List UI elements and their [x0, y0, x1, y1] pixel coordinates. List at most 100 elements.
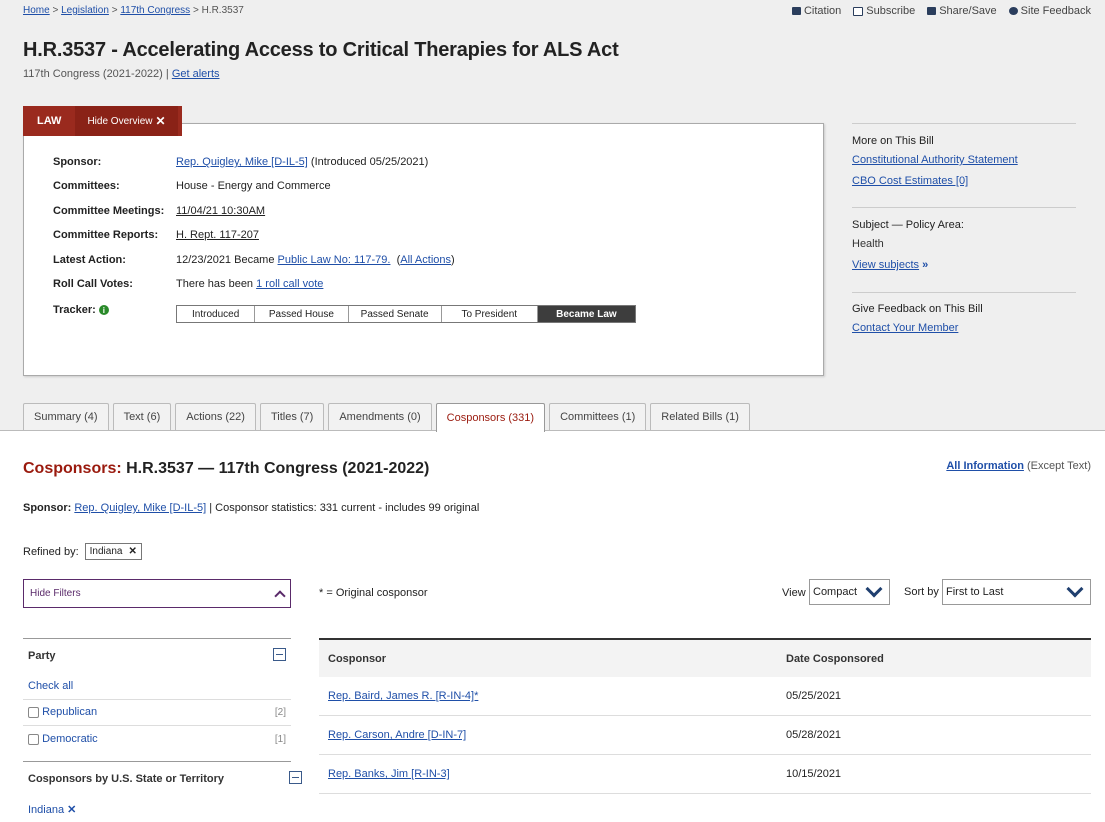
citation-link[interactable]: Citation [791, 5, 841, 17]
democratic-checkbox[interactable] [28, 733, 39, 745]
law-status-badge: LAW [37, 115, 62, 127]
filter-option-democratic[interactable]: Democratic [1] [28, 733, 286, 745]
contact-member-link[interactable]: Contact Your Member [852, 322, 1076, 334]
remove-state-icon[interactable]: ✕ [67, 804, 76, 816]
cosponsors-heading-bill: H.R.3537 — 117th Congress (2021-2022) [126, 460, 430, 477]
committees-label: Committees: [53, 180, 120, 192]
sponsor-label: Sponsor: [23, 502, 72, 514]
hide-overview-label: Hide Overview [87, 115, 153, 127]
latest-action-row: 12/23/2021 Became Public Law No: 117-79.… [176, 254, 455, 266]
committee-meetings-label: Committee Meetings: [53, 205, 165, 217]
tab-amendments[interactable]: Amendments (0) [328, 403, 432, 430]
tracker-step-passed-senate: Passed Senate [348, 306, 442, 322]
sort-select[interactable]: First to Last [942, 579, 1091, 605]
cosponsor-link[interactable]: Rep. Banks, Jim [R-IN-3] [328, 768, 450, 780]
sponsor-link[interactable]: Rep. Quigley, Mike [D-IL-5] [74, 502, 206, 514]
double-chevron-icon: » [922, 259, 929, 271]
sidebar-divider [852, 207, 1076, 208]
get-alerts-link[interactable]: Get alerts [172, 68, 220, 80]
view-subjects-link[interactable]: View subjects » [852, 259, 1076, 271]
sponsor-link[interactable]: Rep. Quigley, Mike [D-IL-5] [176, 156, 308, 168]
cbo-cost-estimates-link[interactable]: CBO Cost Estimates [0] [852, 175, 1076, 187]
state-selected-label: Indiana [28, 804, 65, 816]
filter-option-republican[interactable]: Republican [2] [28, 706, 286, 718]
committee-report-link[interactable]: H. Rept. 117-207 [176, 229, 259, 241]
cosponsor-link[interactable]: Rep. Baird, James R. [R-IN-4]* [328, 690, 478, 702]
breadcrumb: Home > Legislation > 117th Congress > H.… [23, 5, 244, 16]
tracker-step-passed-house: Passed House [255, 306, 349, 322]
hide-overview-button[interactable]: Hide Overview ✕ [75, 106, 178, 136]
state-filter-selected[interactable]: Indiana ✕ [28, 803, 76, 816]
more-on-bill-heading: More on This Bill [852, 135, 934, 147]
separator: | [165, 68, 169, 80]
democratic-label: Democratic [42, 733, 98, 745]
cosponsor-statistics: | Cosponsor statistics: 331 current - in… [209, 502, 480, 514]
remove-filter-icon[interactable]: ✕ [128, 546, 136, 557]
breadcrumb-current: H.R.3537 [201, 5, 244, 16]
introduced-date: (Introduced 05/25/2021) [310, 156, 429, 168]
cosponsor-link[interactable]: Rep. Carson, Andre [D-IN-7] [328, 729, 466, 741]
chevron-down-icon [1066, 580, 1084, 598]
committee-meeting-link[interactable]: 11/04/21 10:30AM [176, 205, 265, 217]
filter-divider [23, 761, 291, 762]
state-filter-heading: Cosponsors by U.S. State or Territory [28, 773, 225, 785]
policy-area-value: Health [852, 238, 884, 250]
tab-text[interactable]: Text (6) [112, 403, 172, 430]
sort-label: Sort by [904, 586, 939, 598]
roll-call-label: Roll Call Votes: [53, 278, 133, 290]
sidebar-divider [852, 292, 1076, 293]
cosponsors-heading: Cosponsors: H.R.3537 — 117th Congress (2… [23, 460, 429, 478]
view-select[interactable]: Compact [809, 579, 890, 605]
overview-status-tab: LAW Hide Overview ✕ [23, 106, 182, 136]
check-all-link[interactable]: Check all [28, 680, 73, 692]
all-actions-link[interactable]: All Actions [400, 254, 451, 266]
speech-bubble-icon [1008, 7, 1018, 15]
chevron-up-icon [274, 589, 286, 602]
sponsor-label: Sponsor: [53, 156, 102, 168]
refined-by-row: Refined by: Indiana ✕ [23, 543, 142, 560]
tab-cosponsors[interactable]: Cosponsors (331) [435, 403, 546, 432]
table-row: Rep. Carson, Andre [D-IN-7] 05/28/2021 [319, 715, 1091, 755]
tracker-step-introduced: Introduced [177, 306, 256, 322]
roll-call-text: There has been [176, 278, 254, 290]
collapse-party-icon[interactable] [273, 648, 286, 661]
tab-actions[interactable]: Actions (22) [175, 403, 256, 430]
breadcrumb-separator: > [52, 5, 59, 16]
tracker-step-to-president: To President [441, 306, 538, 322]
filter-divider [23, 638, 291, 639]
breadcrumb-congress[interactable]: 117th Congress [120, 5, 190, 16]
roll-call-link[interactable]: 1 roll call vote [256, 278, 323, 290]
info-icon[interactable]: i [98, 305, 109, 315]
public-law-link[interactable]: Public Law No: 117-79. [278, 254, 391, 266]
all-information-link[interactable]: All Information [946, 460, 1024, 472]
republican-label: Republican [42, 706, 98, 718]
refined-filter-label: Indiana [89, 546, 123, 557]
site-feedback-link[interactable]: Site Feedback [1008, 5, 1091, 17]
subscribe-link[interactable]: Subscribe [853, 5, 915, 17]
view-subjects-label: View subjects [852, 259, 920, 271]
tab-related-bills[interactable]: Related Bills (1) [650, 403, 750, 430]
bill-tracker: Introduced Passed House Passed Senate To… [176, 305, 636, 323]
breadcrumb-legislation[interactable]: Legislation [61, 5, 109, 16]
refined-filter-tag[interactable]: Indiana ✕ [84, 543, 142, 560]
breadcrumb-home[interactable]: Home [23, 5, 50, 16]
feedback-heading: Give Feedback on This Bill [852, 303, 983, 315]
subscribe-label: Subscribe [866, 5, 916, 17]
table-row: Rep. Banks, Jim [R-IN-3] 10/15/2021 [319, 754, 1091, 794]
committees-value: House - Energy and Commerce [176, 180, 331, 192]
filter-divider [23, 699, 291, 700]
tab-summary[interactable]: Summary (4) [23, 403, 109, 430]
sponsor-row: Rep. Quigley, Mike [D-IL-5] (Introduced … [176, 156, 428, 168]
except-text-label: (Except Text) [1027, 460, 1091, 472]
paren-close: ) [451, 254, 455, 266]
republican-checkbox[interactable] [28, 706, 39, 718]
democratic-count: [1] [274, 733, 286, 745]
latest-action-text: 12/23/2021 Became [176, 254, 275, 266]
tab-committees[interactable]: Committees (1) [549, 403, 647, 430]
tab-titles[interactable]: Titles (7) [259, 403, 325, 430]
collapse-state-icon[interactable] [289, 771, 303, 784]
hide-filters-button[interactable]: Hide Filters [23, 579, 291, 608]
constitutional-authority-link[interactable]: Constitutional Authority Statement [852, 154, 1076, 166]
congress-label: 117th Congress (2021-2022) [23, 68, 163, 80]
share-save-link[interactable]: Share/Save [927, 5, 997, 17]
